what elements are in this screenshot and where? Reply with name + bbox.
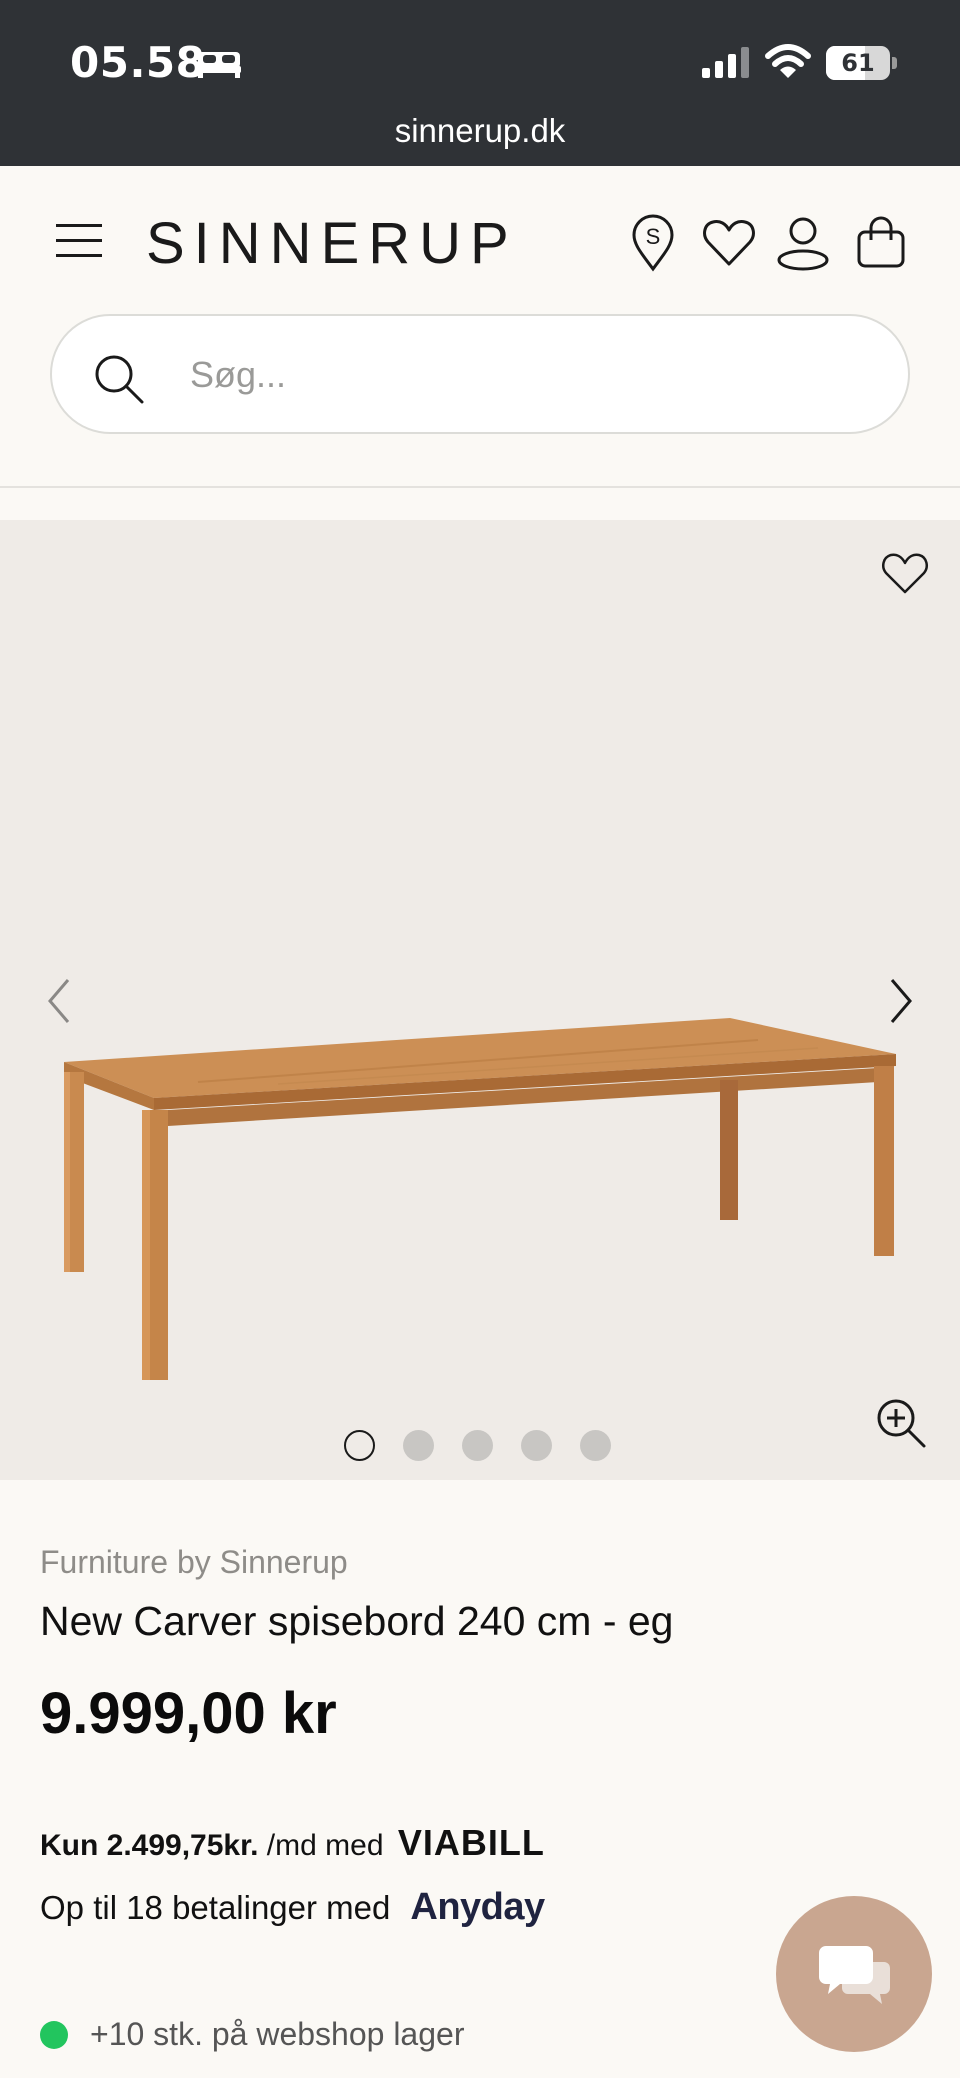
search-icon xyxy=(95,355,144,404)
chat-button[interactable] xyxy=(776,1896,932,2052)
product-title: New Carver spisebord 240 cm - eg xyxy=(40,1598,674,1644)
favorite-icon[interactable] xyxy=(880,550,930,596)
viabill-amount: Kun 2.499,75kr. xyxy=(40,1829,259,1862)
search-input[interactable] xyxy=(190,344,870,406)
svg-text:S: S xyxy=(646,224,661,249)
search-bar[interactable] xyxy=(50,314,910,434)
heart-icon[interactable] xyxy=(700,214,758,272)
bed-icon xyxy=(197,52,241,78)
product-vendor[interactable]: Furniture by Sinnerup xyxy=(40,1544,348,1581)
gallery-pagination[interactable] xyxy=(344,1430,611,1462)
battery-percent: 61 xyxy=(841,49,875,77)
product-image-table xyxy=(64,1018,896,1380)
anyday-text: Op til 18 betalinger med xyxy=(40,1889,391,1926)
gallery-dot-2[interactable] xyxy=(403,1430,434,1461)
brand-logo[interactable]: SINNERUP xyxy=(146,210,518,277)
chat-icon xyxy=(819,1946,890,2004)
stock-status: +10 stk. på webshop lager xyxy=(40,2016,464,2053)
menu-icon[interactable] xyxy=(56,222,102,260)
zoom-in-icon[interactable] xyxy=(874,1396,928,1450)
status-bar: 05.58 61 sinnerup.dk xyxy=(0,0,960,166)
status-time: 05.58 xyxy=(70,38,206,87)
wifi-icon xyxy=(765,44,811,78)
product-price: 9.999,00 kr xyxy=(40,1681,337,1746)
anyday-installment[interactable]: Op til 18 betalinger med Anyday xyxy=(40,1886,545,1929)
gallery-dot-3[interactable] xyxy=(462,1430,493,1461)
stock-text: +10 stk. på webshop lager xyxy=(90,2016,465,2052)
gallery-dot-1[interactable] xyxy=(344,1430,375,1461)
url-bar[interactable]: sinnerup.dk xyxy=(0,112,960,150)
user-icon[interactable] xyxy=(774,214,832,272)
gallery-dot-5[interactable] xyxy=(580,1430,611,1461)
viabill-text: /md med xyxy=(258,1829,392,1862)
viabill-logo: VIABILL xyxy=(397,1822,545,1863)
header-divider xyxy=(0,486,960,488)
battery-icon: 61 xyxy=(826,46,898,80)
viabill-installment[interactable]: Kun 2.499,75kr. /md med VIABILL xyxy=(40,1822,545,1864)
signal-icon xyxy=(702,47,749,78)
stock-indicator-dot xyxy=(40,2020,68,2049)
bag-icon[interactable] xyxy=(852,214,910,272)
gallery-dot-4[interactable] xyxy=(521,1430,552,1461)
store-locator-icon[interactable]: S xyxy=(624,214,682,272)
anyday-logo: Anyday xyxy=(410,1886,545,1928)
